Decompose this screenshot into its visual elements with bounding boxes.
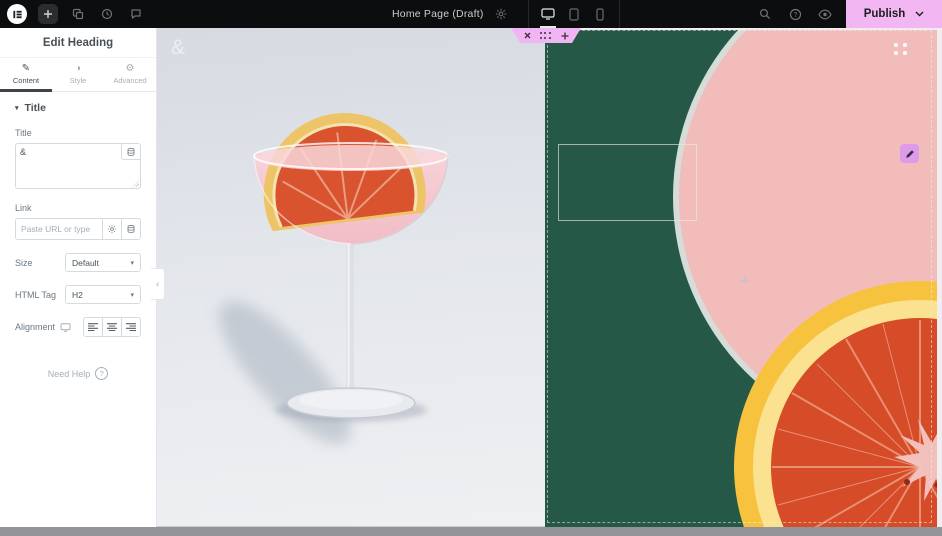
need-help-link[interactable]: Need Help ? <box>15 367 141 380</box>
history-icon[interactable] <box>98 5 116 23</box>
section-title-label: Title <box>25 102 46 114</box>
question-mark-icon: ? <box>95 367 108 380</box>
add-widget-plus-icon[interactable]: + <box>737 275 753 291</box>
alignment-buttons <box>83 317 141 337</box>
tab-content[interactable]: ✎ Content <box>0 58 52 91</box>
chevron-down-icon <box>915 11 924 17</box>
tab-style[interactable]: ◑ Style <box>52 58 104 91</box>
publish-button[interactable]: Publish <box>846 0 942 28</box>
title-field-label: Title <box>15 128 141 138</box>
cocktail-photo-section[interactable]: & <box>157 28 545 527</box>
device-tablet-icon[interactable] <box>563 0 585 28</box>
size-label: Size <box>15 258 33 268</box>
preview-icon[interactable] <box>816 5 834 23</box>
tab-advanced[interactable]: ⚙ Advanced <box>104 58 156 91</box>
link-dynamic-tags-icon[interactable] <box>121 219 140 239</box>
toolbar-left-group <box>0 4 145 24</box>
panel-tabs: ✎ Content ◑ Style ⚙ Advanced <box>0 58 156 92</box>
selected-widget-outline[interactable] <box>558 144 697 221</box>
editor-canvas: & <box>157 28 937 527</box>
panel-title: Edit Heading <box>0 28 156 58</box>
responsive-device-switcher <box>528 0 620 28</box>
size-value: Default <box>72 258 99 268</box>
alignment-row: Alignment <box>15 317 141 337</box>
elementor-menu-icon[interactable] <box>7 4 27 24</box>
select-caret-icon: ▾ <box>130 291 134 299</box>
html-tag-row: HTML Tag H2 ▾ <box>15 285 141 304</box>
title-textarea-wrap: & <box>15 143 141 189</box>
panel-body: ▾ Title Title & Link <box>0 92 156 380</box>
link-label: Link <box>15 203 141 213</box>
publish-label: Publish <box>864 8 906 20</box>
heading-widget[interactable]: & <box>171 36 185 60</box>
html-tag-label: HTML Tag <box>15 290 56 300</box>
align-left-button[interactable] <box>83 317 103 337</box>
panel-collapse-toggle[interactable]: ‹ <box>151 268 165 300</box>
green-container-section[interactable]: + <box>545 30 937 527</box>
caret-down-icon: ▾ <box>15 104 19 112</box>
toolbar-right-group: ? Publish <box>756 0 942 28</box>
align-right-button[interactable] <box>121 317 141 337</box>
pencil-icon <box>905 149 915 159</box>
section-title-toggle[interactable]: ▾ Title <box>15 102 141 114</box>
html-tag-select[interactable]: H2 ▾ <box>65 285 141 304</box>
canvas-bottom-strip <box>0 527 942 536</box>
drag-container-icon[interactable] <box>540 32 552 40</box>
responsive-desktop-icon[interactable] <box>60 323 71 332</box>
tab-advanced-label: Advanced <box>113 76 146 85</box>
elementor-editor-window: Home Page (Draft) ? <box>0 0 942 536</box>
toolbar-center-group: Home Page (Draft) <box>392 0 620 28</box>
search-icon[interactable] <box>756 5 774 23</box>
container-handle <box>511 28 581 43</box>
gear-icon: ⚙ <box>126 64 135 74</box>
top-toolbar: Home Page (Draft) ? <box>0 0 942 28</box>
navigator-icon[interactable] <box>69 5 87 23</box>
device-mobile-icon[interactable] <box>589 0 611 28</box>
align-center-button[interactable] <box>102 317 122 337</box>
link-input[interactable] <box>16 219 102 239</box>
section-drag-handle-icon[interactable] <box>894 43 908 55</box>
add-container-icon[interactable] <box>561 32 569 40</box>
size-row: Size Default ▾ <box>15 253 141 272</box>
document-title[interactable]: Home Page (Draft) <box>392 8 484 20</box>
tab-style-label: Style <box>70 76 87 85</box>
add-element-icon[interactable] <box>38 4 58 24</box>
html-tag-value: H2 <box>72 290 83 300</box>
delete-container-icon[interactable] <box>524 32 531 39</box>
svg-text:?: ? <box>793 12 797 19</box>
alignment-label: Alignment <box>15 322 55 332</box>
page-settings-icon[interactable] <box>492 5 510 23</box>
widget-edit-button[interactable] <box>900 144 919 163</box>
resize-handle[interactable] <box>132 180 139 187</box>
size-select[interactable]: Default ▾ <box>65 253 141 272</box>
style-brush-icon: ◑ <box>75 64 81 74</box>
device-desktop-icon[interactable] <box>537 0 559 28</box>
need-help-label: Need Help <box>48 369 91 379</box>
help-icon[interactable]: ? <box>786 5 804 23</box>
tab-content-label: Content <box>13 76 39 85</box>
link-options-gear-icon[interactable] <box>102 219 121 239</box>
select-caret-icon: ▾ <box>130 259 134 267</box>
notes-icon[interactable] <box>127 5 145 23</box>
pencil-icon: ✎ <box>22 64 30 74</box>
link-input-row <box>15 218 141 240</box>
dynamic-tags-icon[interactable] <box>121 144 140 160</box>
cocktail-illustration <box>157 28 545 527</box>
edit-panel: Edit Heading ✎ Content ◑ Style ⚙ Advance… <box>0 28 157 527</box>
